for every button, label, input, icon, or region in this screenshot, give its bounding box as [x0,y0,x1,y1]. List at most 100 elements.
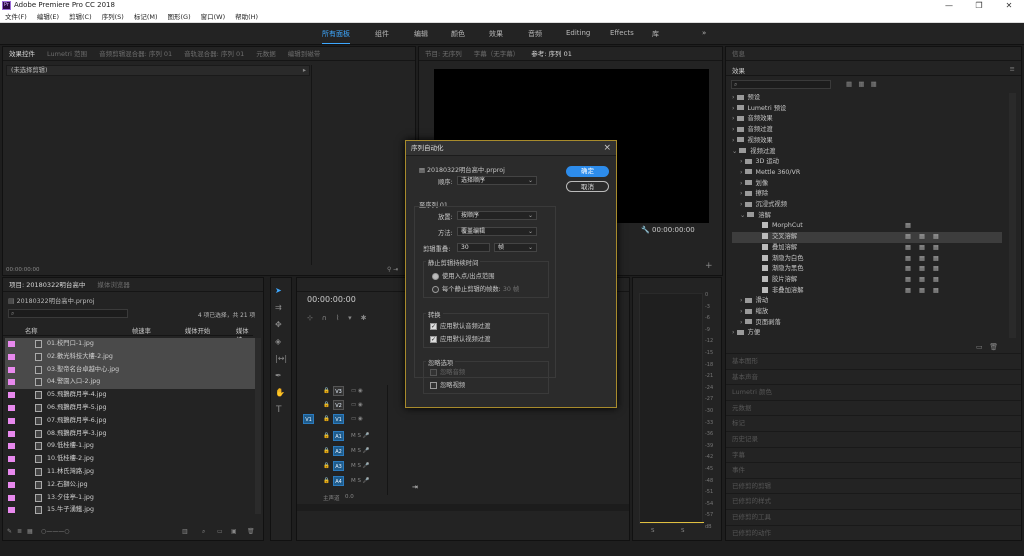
add-button[interactable]: + [705,261,713,271]
effects-tree-item[interactable]: 渐隐为黑色 ▦ ▦ ▦ [732,264,1002,275]
timeline-horizontal-scrollbar[interactable] [297,504,629,511]
solo-right[interactable]: S [681,528,685,534]
workspace-editing[interactable]: 编辑 [414,29,428,39]
project-item-row[interactable]: 13.夕佳亭-1.jpg [5,492,255,505]
overlap-unit-select[interactable]: 帧 ⌄ [494,243,537,252]
effects-tree-item[interactable]: › 擦除 [732,189,1002,200]
menu-sequence[interactable]: 序列(S) [97,11,129,23]
effects-tree-item[interactable]: 胶片溶解 ▦ ▦ ▦ [732,275,1002,286]
column-frame-rate[interactable]: 帧速率 [132,326,151,335]
dialog-close-button[interactable]: × [603,143,611,153]
effects-tree-item[interactable]: 非叠加溶解 ▦ ▦ ▦ [732,286,1002,297]
mute-solo-icon[interactable]: M S 🎤 [351,433,370,439]
use-inout-option[interactable]: 使用入点/出点范围 [432,271,495,280]
workspace-effects[interactable]: 效果 [489,29,503,39]
apply-audio-option[interactable]: ✓ 应用默认音频过渡 [430,321,490,330]
menu-help[interactable]: 帮助(H) [230,11,263,23]
track-v3[interactable]: V3 [333,386,344,396]
track-a1[interactable]: A1 [333,431,344,441]
collapsed-panel-header[interactable]: Lumetri 颜色 [726,384,1021,400]
project-item-row[interactable]: 05.飛鵝群月亭-4.jpg [5,389,255,402]
type-tool-icon[interactable]: T [276,405,282,415]
lock-icon[interactable]: 🔒 [323,388,330,394]
workspace-editing-en[interactable]: Editing [566,29,590,37]
collapsed-panel-header[interactable]: 基本图形 [726,353,1021,369]
project-item-row[interactable]: 11.林氏灣路.jpg [5,466,255,479]
collapsed-panel-header[interactable]: 字幕 [726,446,1021,463]
effects-tree-item[interactable]: MorphCut ▦ [732,221,1002,232]
project-item-row[interactable]: 06.飛鵝群月亭-5.jpg [5,402,255,415]
new-item-icon[interactable]: ▣ [231,528,237,535]
effects-tree-item[interactable]: › 划像 [732,179,1002,190]
panel-menu-icon[interactable]: ≡ [1010,65,1015,73]
lock-icon[interactable]: 🔒 [323,402,330,408]
track-a4[interactable]: A4 [333,476,344,486]
collapsed-panel-header[interactable]: 已修剪的工具 [726,509,1021,525]
settings-icon[interactable]: ✱ [361,314,367,322]
chevron-down-icon[interactable]: ⌄ [740,212,747,219]
filter-icon[interactable]: ⚲ ⇥ [387,266,398,273]
collapsed-panel-header[interactable]: 基本声音 [726,368,1021,385]
column-name[interactable]: 名称 [25,326,38,335]
effects-tree-item[interactable]: › 音频效果 [732,114,1002,125]
project-item-row[interactable]: 10.低桂樓-2.jpg [5,453,255,466]
effects-tree-item[interactable]: › 预设 [732,93,1002,104]
automate-to-sequence-icon[interactable]: ▥ [182,528,188,535]
workspace-effects-en[interactable]: Effects [610,29,634,37]
wrench-icon[interactable]: 🔧 [641,226,650,234]
sync-icon[interactable]: ▭ ◉ [351,416,363,422]
lock-icon[interactable]: 🔒 [323,448,330,454]
tab-reference[interactable]: 参考: 序列 01 [525,47,578,60]
razor-tool-icon[interactable]: ◈ [275,337,281,346]
solo-left[interactable]: S [651,528,655,534]
effects-tree-item[interactable]: › Lumetri 预设 [732,104,1002,115]
effects-tree-item[interactable]: 渐隐为白色 ▦ ▦ ▦ [732,254,1002,265]
project-item-row[interactable]: 15.牛子湧鐵.jpg [5,504,255,516]
track-select-tool-icon[interactable]: ⇉ [275,303,282,312]
pen-tool-icon[interactable]: ✒ [275,371,282,380]
menu-file[interactable]: 文件(F) [0,11,32,23]
project-item-row[interactable]: 03.聖帝名台卓越中心.jpg [5,363,255,377]
master-value[interactable]: 0.0 [345,494,354,500]
menu-edit[interactable]: 编辑(E) [32,11,64,23]
workspace-all-panels[interactable]: 所有面板 [322,29,350,44]
hand-tool-icon[interactable]: ✋ [275,388,285,397]
linked-selection-icon[interactable]: ⌇ [336,314,339,322]
menu-window[interactable]: 窗口(W) [196,11,231,23]
selection-tool-icon[interactable]: ➤ [275,286,282,295]
lock-icon[interactable]: 🔒 [323,478,330,484]
tab-edit-to-tape[interactable]: 编辑到磁带 [282,47,327,60]
lock-icon[interactable]: 🔒 [323,463,330,469]
tab-audio-track-mixer[interactable]: 音轨混合器: 序列 01 [178,47,250,60]
nest-icon[interactable]: ⊹ [307,314,313,322]
tab-effect-controls[interactable]: 效果控件 [3,47,41,60]
project-item-row[interactable]: 02.歡光科技大樓-2.jpg [5,350,255,364]
zoom-slider-icon[interactable]: ○———○ [41,528,69,535]
lock-icon[interactable]: 🔒 [323,416,330,422]
track-a2[interactable]: A2 [333,446,344,456]
lock-icon[interactable]: 🔒 [323,433,330,439]
project-item-row[interactable]: 09.低桂樓-1.jpg [5,440,255,453]
tab-audio-clip-mixer[interactable]: 音频剪辑混合器: 序列 01 [93,47,178,60]
collapsed-panel-header[interactable]: 标记 [726,415,1021,431]
new-bin-icon[interactable]: ▭ [217,528,223,535]
project-item-row[interactable]: 01.校門口-1.jpg [5,338,255,351]
source-patch-v1[interactable]: V1 [303,414,314,424]
collapsed-panel-header[interactable]: 已修剪的样式 [726,493,1021,509]
tab-lumetri-scopes[interactable]: Lumetri 范围 [41,47,93,60]
sync-icon[interactable]: ▭ ◉ [351,402,363,408]
tab-project[interactable]: 项目: 20180322明台高中 [3,278,91,291]
project-item-row[interactable]: 08.飛鵝群月亭-3.jpg [5,428,255,441]
column-media-start[interactable]: 媒体开始 [185,326,210,335]
effects-tree-item[interactable]: › 页面剥落 [732,318,1002,329]
effects-tree-item[interactable]: 交叉溶解 ▦ ▦ ▦ [732,232,1002,243]
accelerated-effects-icon[interactable]: ▦ ▦ ▦ [846,80,877,88]
workspace-assembly[interactable]: 组件 [375,29,389,39]
slip-tool-icon[interactable]: |↔| [275,354,287,363]
effects-tree-item[interactable]: 叠加溶解 ▦ ▦ ▦ [732,243,1002,254]
collapsed-panel-header[interactable]: 已修剪的剪辑 [726,477,1021,494]
workspace-audio[interactable]: 音频 [528,29,542,39]
workspace-libraries[interactable]: 库 [652,29,659,39]
trash-icon[interactable]: 🗑 [247,528,255,535]
track-a3[interactable]: A3 [333,461,344,471]
